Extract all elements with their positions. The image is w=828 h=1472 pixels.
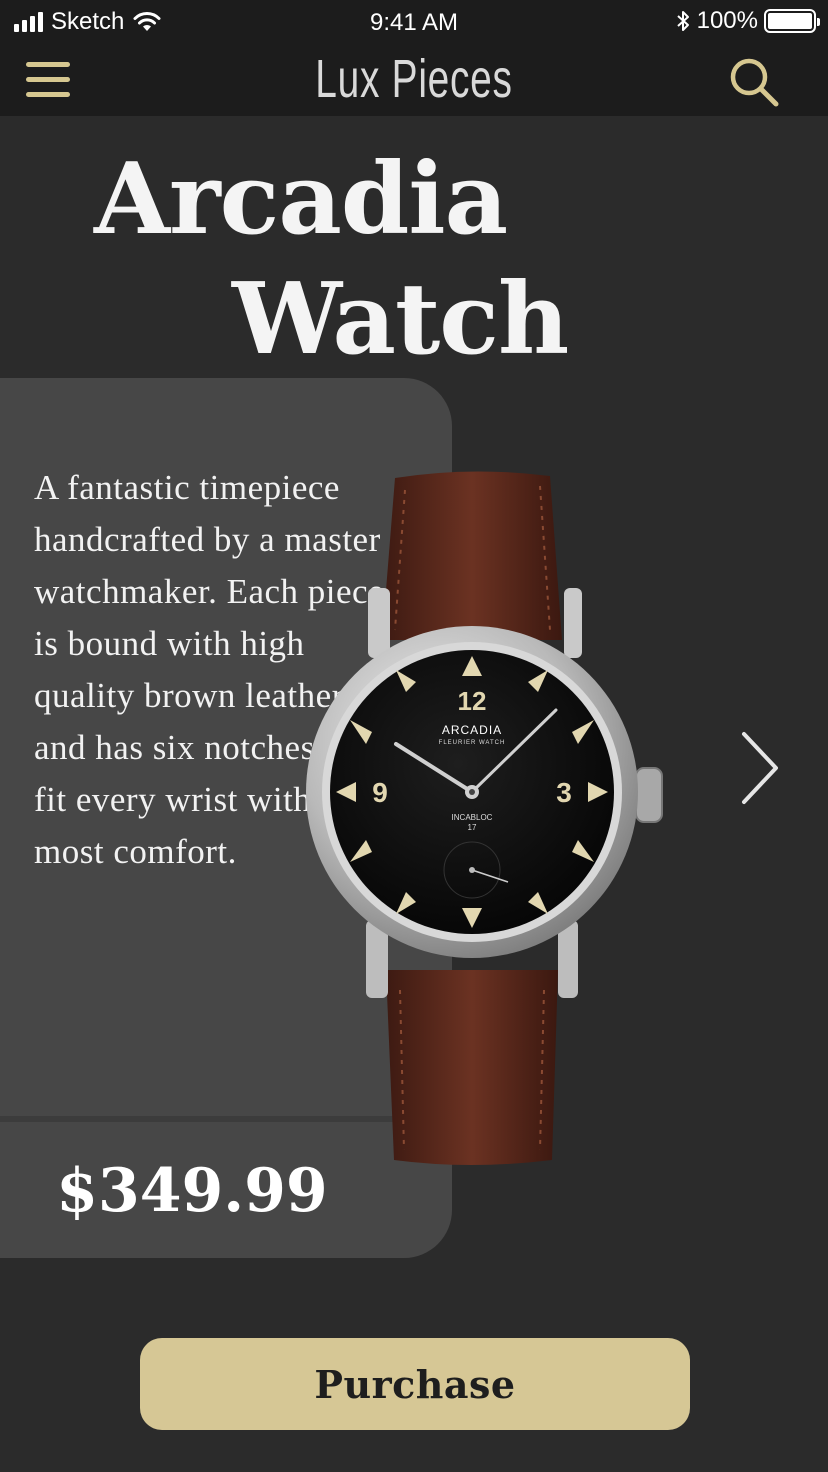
nav-bar: Lux Pieces xyxy=(0,44,828,116)
status-bar: Sketch 9:41 AM 100% xyxy=(0,0,828,44)
search-icon[interactable] xyxy=(728,56,780,108)
watch-brand: ARCADIA xyxy=(442,723,502,737)
watch-jewels: 17 xyxy=(468,823,477,832)
purchase-button[interactable]: Purchase xyxy=(140,1338,690,1430)
battery-icon xyxy=(764,9,820,33)
bluetooth-icon xyxy=(676,11,689,31)
chevron-right-icon[interactable] xyxy=(736,728,784,808)
app-title: Lux Pieces xyxy=(315,49,513,109)
product-title-line2: Watch xyxy=(232,262,569,377)
numeral-9: 9 xyxy=(372,777,388,808)
numeral-12: 12 xyxy=(458,686,487,716)
battery-percent: 100% xyxy=(696,7,758,34)
product-title-line1: Arcadia xyxy=(94,142,508,257)
status-right: 100% xyxy=(675,7,820,35)
numeral-3: 3 xyxy=(556,777,572,808)
watch-image: 12 9 3 ARCADIA FLEURIER WATCH INCABLOC 1… xyxy=(306,471,663,1165)
hamburger-menu-icon[interactable] xyxy=(26,62,70,98)
watch-mark: INCABLOC xyxy=(452,813,493,822)
watch-sub: FLEURIER WATCH xyxy=(439,740,506,746)
